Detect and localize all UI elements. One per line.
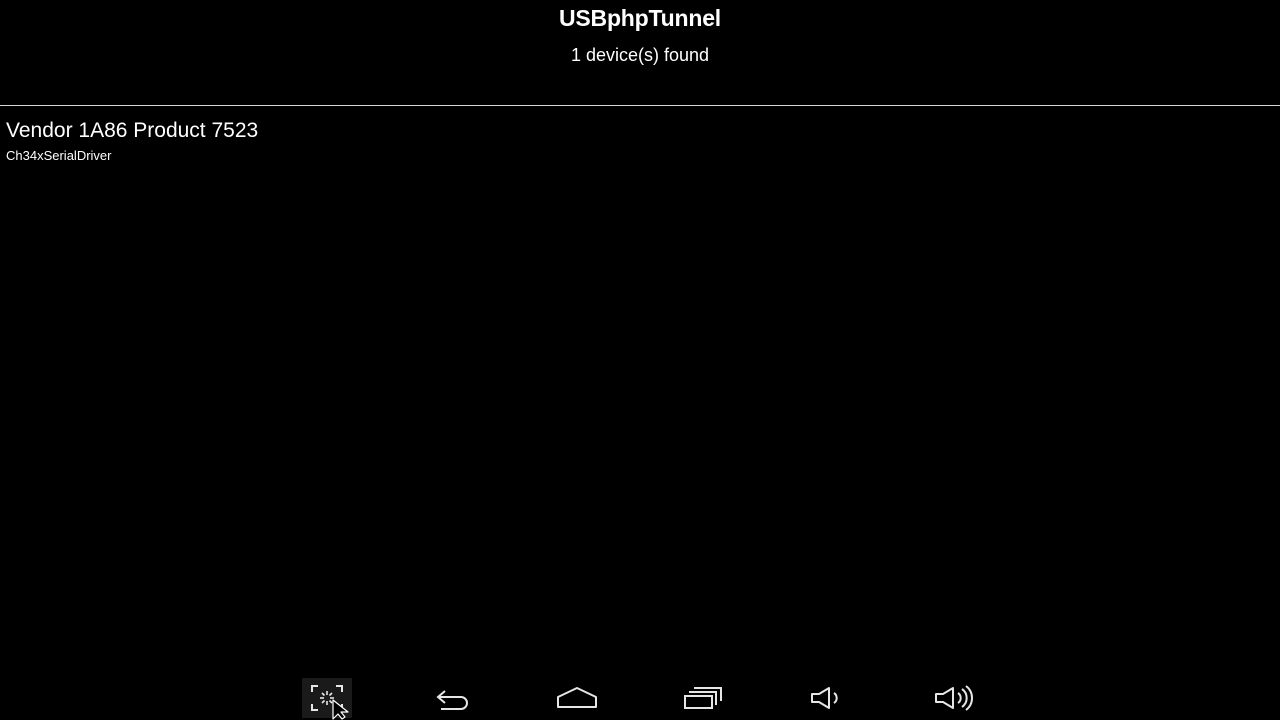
- volume-up-icon: [935, 685, 973, 711]
- recent-apps-icon: [684, 687, 722, 709]
- back-button[interactable]: [428, 678, 478, 718]
- app-title: USBphpTunnel: [559, 5, 721, 31]
- home-button[interactable]: [552, 678, 602, 718]
- app-screen: USBphpTunnel 1 device(s) found Vendor 1A…: [0, 0, 1280, 720]
- volume-down-icon: [811, 687, 838, 709]
- volume-up-button[interactable]: [928, 678, 978, 718]
- mouse-pointer-icon: [332, 699, 349, 720]
- device-list-item[interactable]: Vendor 1A86 Product 7523 Ch34xSerialDriv…: [0, 106, 1280, 166]
- volume-down-button[interactable]: [802, 678, 852, 718]
- home-icon: [557, 687, 597, 708]
- device-list: Vendor 1A86 Product 7523 Ch34xSerialDriv…: [0, 106, 1280, 166]
- device-driver: Ch34xSerialDriver: [6, 148, 112, 163]
- device-name: Vendor 1A86 Product 7523: [6, 119, 259, 142]
- recent-apps-button[interactable]: [678, 678, 728, 718]
- navigation-bar: [0, 672, 1280, 720]
- device-count-status: 1 device(s) found: [570, 45, 710, 65]
- back-icon: [436, 690, 468, 710]
- header: USBphpTunnel 1 device(s) found: [0, 0, 1280, 106]
